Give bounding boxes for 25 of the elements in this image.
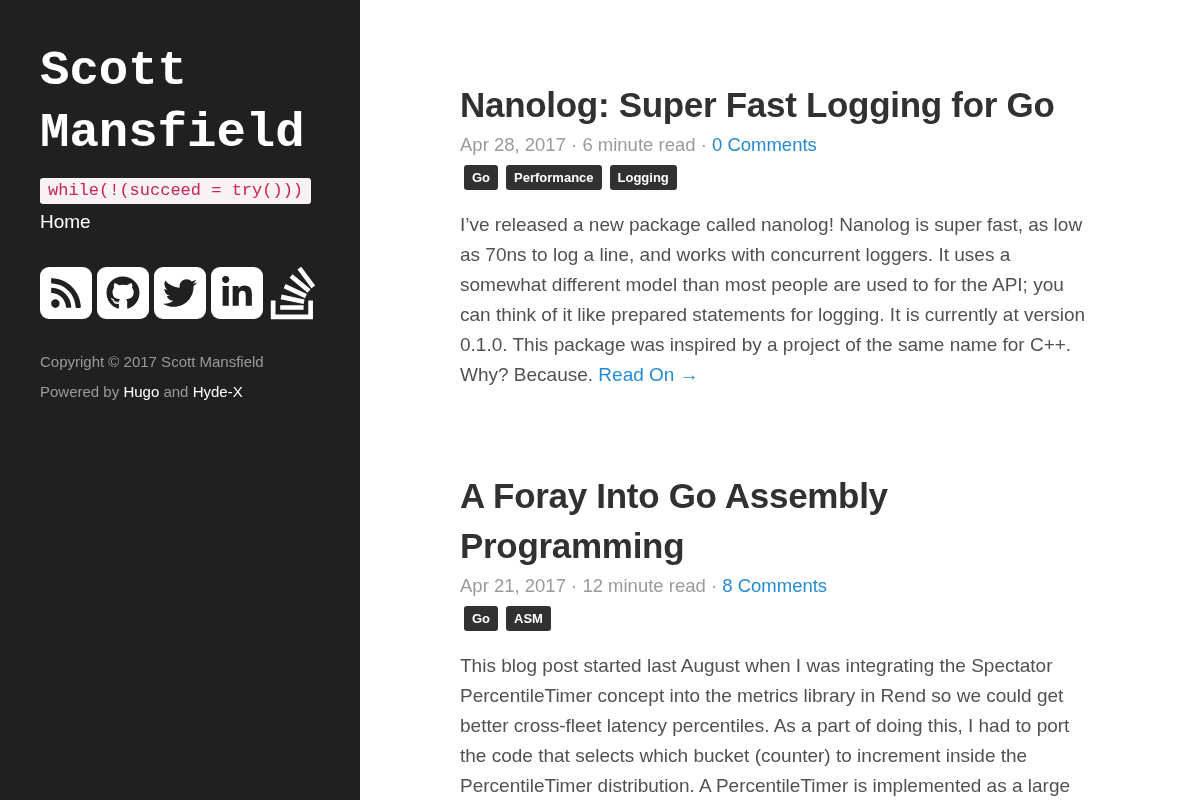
read-more-link[interactable]: Read On → (598, 364, 699, 385)
twitter-icon[interactable] (154, 267, 206, 319)
post-meta: Apr 28, 2017 · 6 minute read · 0 Comments (460, 133, 818, 157)
powered-by-text: Powered by Hugo and Hyde-X (40, 382, 243, 402)
tag-link[interactable]: ASM (506, 606, 551, 631)
comments-link[interactable]: 0 Comments (711, 134, 817, 155)
tag-link[interactable]: Performance (506, 165, 602, 190)
tag-link[interactable]: Go (464, 606, 499, 631)
tag-link[interactable]: Logging (609, 165, 677, 190)
github-icon[interactable] (97, 267, 149, 319)
post-title[interactable]: Nanolog: Super Fast Logging for Go (460, 80, 1100, 130)
comments-link[interactable]: 8 Comments (722, 575, 828, 596)
footer-link[interactable]: Hyde-X (192, 383, 243, 400)
post-title[interactable]: A Foray Into Go Assembly Programming (460, 471, 1100, 571)
post-meta: Apr 21, 2017 · 12 minute read · 8 Comments (460, 574, 829, 598)
site-title: Scott Mansfield (40, 42, 306, 163)
post-excerpt: I’ve released a new package called nanolog! Nanolog is super fast, as low as 70ns to log a line, and works with concurrent loggers. It uses a somewhat different model than most people are used to for the API; you can think of it like prepared statements for logging. It is currently at version 0.1.0. This package was inspired by a project of the same name for C++. Why? Because. Read On → (460, 213, 1087, 387)
rss-feed-icon[interactable] (40, 267, 92, 319)
post-excerpt: This blog post started last August when I was integrating the Spectator PercentileTimer concept into the metrics library in Rend so we could get better cross-fleet latency percentiles. As a part of doing this, I had to port the code that selects which bucket (counter) to increment inside the PercentileTimer distribution. A PercentileTimer is implemented as a large (460, 654, 1071, 798)
footer-link[interactable]: Hugo (123, 383, 160, 400)
code-tagline: while(!(succeed = try())) (40, 178, 312, 204)
tag-link[interactable]: Go (464, 165, 499, 190)
nav-link[interactable]: Home (40, 207, 91, 237)
copyright-text: Copyright © 2017 Scott Mansfield (40, 352, 264, 372)
linkedin-icon[interactable] (211, 267, 263, 319)
